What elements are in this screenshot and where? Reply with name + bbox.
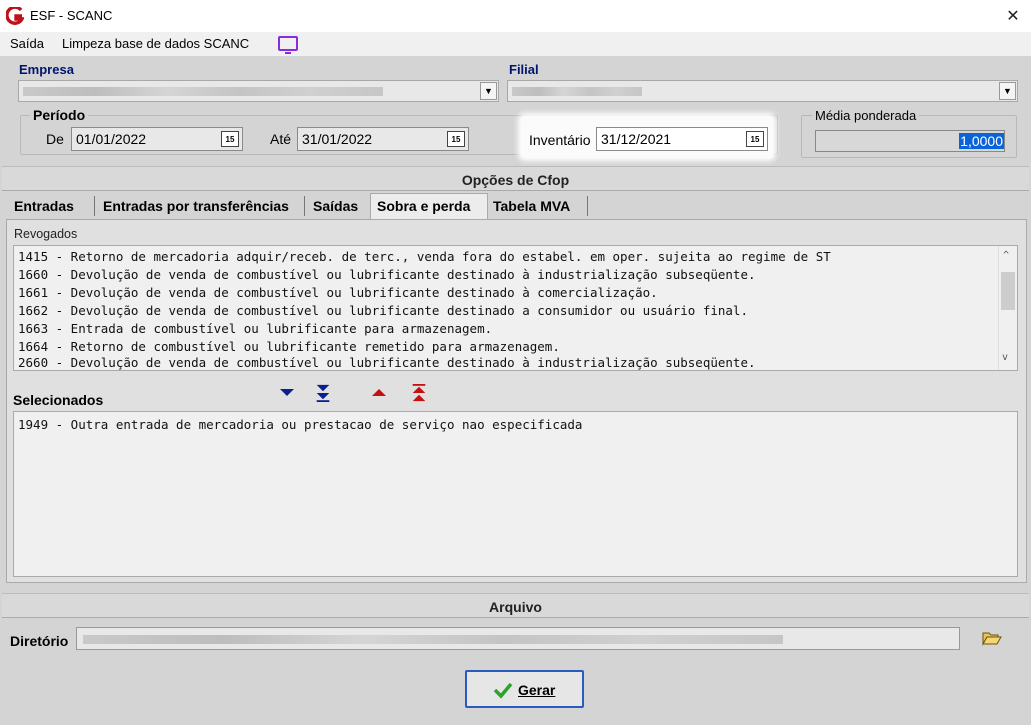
inventario-label: Inventário <box>529 132 591 148</box>
periodo-title: Período <box>30 107 89 123</box>
inventario-date-field[interactable]: 31/12/2021 15 <box>596 127 768 151</box>
media-field[interactable]: 1,0000 <box>815 130 1005 152</box>
move-up-icon[interactable] <box>370 384 388 402</box>
empresa-label: Empresa <box>19 62 74 77</box>
list-item[interactable]: 1664 - Retorno de combustível ou lubrifi… <box>18 339 560 354</box>
move-down-icon[interactable] <box>278 384 296 402</box>
diretorio-redacted <box>83 635 783 644</box>
tab-entradas-transferencias[interactable]: Entradas por transferências <box>103 196 289 218</box>
list-item[interactable]: 1660 - Devolução de venda de combustível… <box>18 267 756 282</box>
close-button[interactable]: ✕ <box>996 2 1030 30</box>
check-icon <box>493 682 513 699</box>
tab-divider <box>587 196 588 216</box>
ate-label: Até <box>270 131 292 147</box>
list-item[interactable]: 1662 - Devolução de venda de combustível… <box>18 303 748 318</box>
tab-saidas[interactable]: Saídas <box>313 196 358 218</box>
de-date-value: 01/01/2022 <box>76 131 147 147</box>
calendar-icon[interactable]: 15 <box>746 131 764 147</box>
tab-divider <box>304 196 305 216</box>
media-title: Média ponderada <box>812 108 920 123</box>
gerar-label: Gerar <box>518 682 556 698</box>
revogados-label: Revogados <box>14 227 78 241</box>
inventario-date-value: 31/12/2021 <box>601 131 672 147</box>
title-bar <box>0 0 1031 32</box>
tab-divider <box>94 196 95 216</box>
calendar-icon[interactable]: 15 <box>221 131 239 147</box>
menu-saida[interactable]: Saída <box>10 36 44 51</box>
diretorio-field[interactable] <box>76 627 960 650</box>
selecionados-label: Selecionados <box>13 392 104 408</box>
filial-redacted <box>512 87 642 96</box>
empresa-select[interactable]: ▼ <box>18 80 499 102</box>
chevron-down-icon[interactable]: v <box>1002 352 1008 363</box>
tab-tabela-mva[interactable]: Tabela MVA <box>493 196 570 218</box>
list-item[interactable]: 1415 - Retorno de mercadoria adquir/rece… <box>18 249 831 264</box>
list-item[interactable]: 1661 - Devolução de venda de combustível… <box>18 285 658 300</box>
move-all-up-icon[interactable] <box>410 384 428 402</box>
filial-select[interactable]: ▼ <box>507 80 1018 102</box>
list-item[interactable]: 1949 - Outra entrada de mercadoria ou pr… <box>18 417 582 432</box>
revogados-list[interactable]: 1415 - Retorno de mercadoria adquir/rece… <box>13 245 1018 371</box>
selecionados-list[interactable]: 1949 - Outra entrada de mercadoria ou pr… <box>13 411 1018 577</box>
ate-date-field[interactable]: 31/01/2022 15 <box>297 127 469 151</box>
diretorio-label: Diretório <box>10 633 69 649</box>
media-value: 1,0000 <box>959 133 1004 149</box>
move-all-down-icon[interactable] <box>314 384 332 402</box>
menu-limpeza-base[interactable]: Limpeza base de dados SCANC <box>62 36 249 51</box>
tab-sobra-perda[interactable]: Sobra e perda <box>377 196 470 218</box>
scroll-thumb[interactable] <box>1001 272 1015 310</box>
chevron-down-icon[interactable]: ▼ <box>480 82 497 100</box>
list-item[interactable]: 2660 - Devolução de venda de combustível… <box>18 355 756 370</box>
vertical-scrollbar[interactable]: ^ v <box>998 246 1017 370</box>
list-item[interactable]: 1663 - Entrada de combustível ou lubrifi… <box>18 321 492 336</box>
gerar-button[interactable]: Gerar <box>465 670 584 708</box>
de-label: De <box>46 131 64 147</box>
ate-date-value: 31/01/2022 <box>302 131 373 147</box>
arquivo-header: Arquivo <box>2 593 1029 618</box>
window-title: ESF - SCANC <box>30 8 113 23</box>
monitor-icon[interactable] <box>278 36 298 54</box>
calendar-icon[interactable]: 15 <box>447 131 465 147</box>
chevron-down-icon[interactable]: ▼ <box>999 82 1016 100</box>
empresa-redacted <box>23 87 383 96</box>
de-date-field[interactable]: 01/01/2022 15 <box>71 127 243 151</box>
folder-open-icon[interactable] <box>982 630 1002 646</box>
app-logo-icon <box>6 7 24 25</box>
filial-label: Filial <box>509 62 539 77</box>
tab-entradas[interactable]: Entradas <box>14 196 74 218</box>
chevron-up-icon[interactable]: ^ <box>1003 250 1009 261</box>
cfop-header: Opções de Cfop <box>2 166 1029 191</box>
